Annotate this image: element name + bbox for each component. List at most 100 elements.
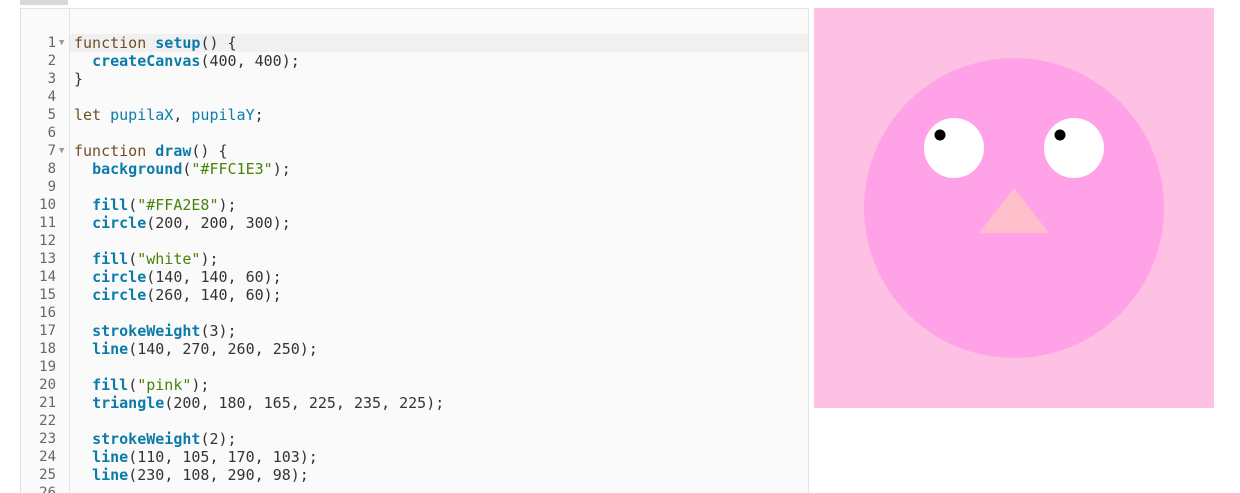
code-line[interactable]: 17 strokeWeight(3); bbox=[39, 322, 808, 340]
code-token: 140 bbox=[137, 340, 165, 358]
code-line[interactable]: 14 circle(140, 140, 60); bbox=[39, 268, 808, 286]
code-token: 180 bbox=[218, 394, 246, 412]
code-token: "#FFC1E3" bbox=[191, 160, 273, 178]
code-line[interactable]: 1 ▼ function setup() { bbox=[48, 34, 808, 52]
code-token: , bbox=[200, 394, 219, 412]
code-line[interactable]: 5 let pupilaX, pupilaY; bbox=[48, 106, 808, 124]
code-line[interactable]: 13 fill("white"); bbox=[39, 250, 808, 268]
line-number: 19 bbox=[39, 359, 56, 375]
code-line[interactable]: 4 bbox=[48, 88, 808, 106]
code-text: createCanvas(400, 400); bbox=[74, 52, 300, 70]
line-number: 6 bbox=[47, 125, 56, 141]
code-line[interactable]: 19 bbox=[39, 358, 808, 376]
code-text: function setup() { bbox=[74, 34, 237, 52]
code-line[interactable]: 9 bbox=[48, 178, 808, 196]
left-pupil bbox=[934, 129, 946, 141]
line-number: 7 bbox=[47, 143, 56, 159]
code-line[interactable]: 10 fill("#FFA2E8"); bbox=[39, 196, 808, 214]
file-tab[interactable] bbox=[20, 0, 68, 5]
code-line[interactable]: 16 bbox=[39, 304, 808, 322]
code-token: ( bbox=[128, 196, 138, 214]
right-eye bbox=[1044, 118, 1104, 178]
code-editor[interactable]: 1 ▼ function setup() {2 createCanvas(400, … bbox=[20, 8, 809, 493]
code-token: line bbox=[92, 466, 129, 484]
code-line[interactable]: 11 circle(200, 200, 300); bbox=[39, 214, 808, 232]
code-token: circle bbox=[92, 214, 147, 232]
code-line[interactable]: 23 strokeWeight(2); bbox=[39, 430, 808, 448]
code-token: ( bbox=[128, 250, 138, 268]
code-token: 260 bbox=[155, 286, 183, 304]
code-line[interactable]: 24 line(110, 105, 170, 103); bbox=[39, 448, 808, 466]
code-token: 2 bbox=[209, 430, 219, 448]
code-token: strokeWeight bbox=[92, 322, 201, 340]
fold-arrow-icon[interactable]: ▼ bbox=[59, 34, 64, 52]
code-token: ); bbox=[218, 430, 237, 448]
code-token: ); bbox=[191, 376, 210, 394]
code-token: triangle bbox=[92, 394, 165, 412]
line-number: 14 bbox=[39, 269, 56, 285]
line-number: 20 bbox=[39, 377, 56, 393]
code-token: function bbox=[74, 34, 156, 52]
code-token: ); bbox=[272, 214, 291, 232]
line-number: 4 bbox=[47, 89, 56, 105]
code-token: "white" bbox=[137, 250, 201, 268]
code-token: 105 bbox=[182, 448, 210, 466]
line-number: 11 bbox=[39, 215, 56, 231]
code-token: () { bbox=[191, 142, 228, 160]
code-token: fill bbox=[92, 250, 129, 268]
code-line[interactable]: 15 circle(260, 140, 60); bbox=[39, 286, 808, 304]
code-token: ( bbox=[128, 376, 138, 394]
code-line[interactable]: 2 createCanvas(400, 400); bbox=[48, 52, 808, 70]
code-line[interactable]: 18 line(140, 270, 260, 250); bbox=[39, 340, 808, 358]
code-token: , bbox=[254, 466, 273, 484]
code-token: createCanvas bbox=[92, 52, 201, 70]
code-text: strokeWeight(3); bbox=[74, 322, 237, 340]
code-token: 235 bbox=[353, 394, 382, 412]
code-line[interactable]: 12 bbox=[39, 232, 808, 250]
code-token: ); bbox=[272, 160, 291, 178]
code-line[interactable]: 21 triangle(200, 180, 165, 225, 235, 225… bbox=[39, 394, 808, 412]
code-token: ); bbox=[218, 322, 237, 340]
code-token: , bbox=[164, 340, 183, 358]
code-lines[interactable]: 1 ▼ function setup() {2 createCanvas(400, … bbox=[39, 34, 808, 493]
code-token: , bbox=[164, 466, 183, 484]
code-area[interactable]: 1 ▼ function setup() {2 createCanvas(400, … bbox=[39, 9, 808, 493]
code-line[interactable]: 8 background("#FFC1E3"); bbox=[48, 160, 808, 178]
code-token: 260 bbox=[227, 340, 255, 358]
code-token: 98 bbox=[272, 466, 291, 484]
code-text: triangle(200, 180, 165, 225, 235, 225); bbox=[74, 394, 444, 412]
code-line[interactable]: 25 line(230, 108, 290, 98); bbox=[39, 466, 808, 484]
code-text: line(140, 270, 260, 250); bbox=[74, 340, 318, 358]
code-token: line bbox=[92, 448, 129, 466]
line-number: 23 bbox=[39, 431, 56, 447]
code-token: pupilaY bbox=[191, 106, 255, 124]
code-token: background bbox=[92, 160, 183, 178]
code-line[interactable]: 3} bbox=[48, 70, 808, 88]
line-number: 13 bbox=[39, 251, 56, 267]
code-line[interactable]: 26 bbox=[39, 484, 808, 493]
code-token: , bbox=[236, 52, 255, 70]
code-token: 200 bbox=[173, 394, 201, 412]
code-line[interactable]: 22 bbox=[39, 412, 808, 430]
sketch-preview-canvas[interactable] bbox=[814, 8, 1214, 408]
code-text: circle(200, 200, 300); bbox=[74, 214, 291, 232]
code-token: } bbox=[74, 70, 84, 88]
code-token: function bbox=[74, 142, 156, 160]
code-line[interactable]: 6 bbox=[48, 124, 808, 142]
code-token: 140 bbox=[200, 286, 228, 304]
fold-arrow-icon[interactable]: ▼ bbox=[59, 142, 64, 160]
code-token: 110 bbox=[137, 448, 165, 466]
line-number: 16 bbox=[39, 305, 56, 321]
code-token: 170 bbox=[227, 448, 255, 466]
code-token: , bbox=[227, 286, 246, 304]
code-token: 103 bbox=[272, 448, 300, 466]
code-line[interactable]: 20 fill("pink"); bbox=[39, 376, 808, 394]
code-line[interactable]: 7 ▼ function draw() { bbox=[48, 142, 808, 160]
code-token: , bbox=[254, 340, 273, 358]
code-token: ( bbox=[164, 394, 174, 412]
